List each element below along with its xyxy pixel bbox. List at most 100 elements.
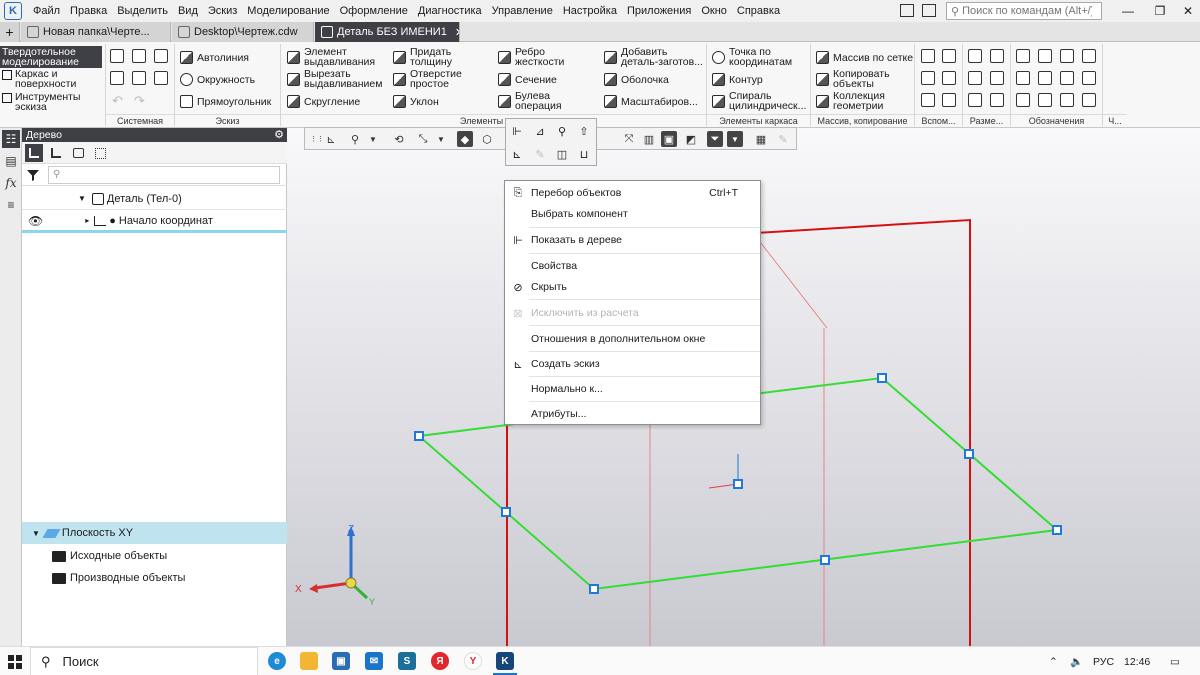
menu-design[interactable]: Оформление (335, 0, 413, 22)
aux-plane-icon[interactable] (921, 49, 935, 63)
menu-apps[interactable]: Приложения (622, 0, 696, 22)
menu-item-properties[interactable]: Свойства (505, 255, 760, 277)
menu-item-create-sketch[interactable]: ⊾ Создать эскиз (505, 353, 760, 375)
menu-item-cycle-objects[interactable]: ⎘ Перебор объектов Ctrl+T (505, 182, 760, 204)
layers-panel-icon[interactable]: ≡ (2, 196, 20, 214)
windows-start-button[interactable] (0, 647, 30, 675)
sketch-view-icon[interactable]: ⊾ (323, 131, 339, 147)
plane-xy-row[interactable]: ▼ Плоскость XY (22, 522, 287, 544)
edit-disabled-icon[interactable]: ✎ (532, 146, 548, 162)
collapse-icon[interactable]: ▼ (32, 529, 40, 538)
autoline-button[interactable]: Автолиния (180, 51, 249, 64)
section-view-icon[interactable]: ⤧ (621, 131, 637, 147)
tree-history-icon[interactable] (47, 144, 65, 162)
menu-modeling[interactable]: Моделирование (242, 0, 334, 22)
print-icon[interactable] (154, 71, 168, 85)
menu-diagnostics[interactable]: Диагностика (413, 0, 487, 22)
chamfer-dim-icon[interactable] (968, 93, 982, 107)
mode-surfaces[interactable]: Каркас и поверхности (0, 68, 102, 90)
add-blank-button[interactable]: Добавить деталь-заготов... (604, 47, 703, 67)
aux-cs-icon[interactable] (921, 93, 935, 107)
eye-icon[interactable]: 👁 (28, 214, 43, 228)
plane-handle[interactable] (589, 584, 599, 594)
sway-icon[interactable]: S (398, 652, 416, 670)
menu-edit[interactable]: Правка (65, 0, 112, 22)
base-icon[interactable] (1060, 49, 1074, 63)
geometry-collection-button[interactable]: Коллекция геометрии (816, 91, 895, 111)
tab-part[interactable]: Деталь БЕЗ ИМЕНИ1✕ (315, 22, 460, 42)
tree-panel-icon[interactable]: ☷ (2, 130, 20, 148)
orientation-dropdown-icon[interactable]: ▼ (433, 131, 449, 147)
plane-handle[interactable] (501, 507, 511, 517)
fillet-button[interactable]: Скругление (287, 95, 360, 108)
close-tab-icon[interactable]: ✕ (455, 26, 459, 39)
contour-button[interactable]: Контур (712, 73, 763, 86)
cut-extrude-button[interactable]: Вырезать выдавливанием (287, 69, 389, 89)
filter-icon[interactable] (24, 166, 42, 184)
plane-handle[interactable] (820, 555, 830, 565)
menu-item-relations[interactable]: Отношения в дополнительном окне (505, 328, 760, 350)
tab-drawing-2[interactable]: Desktop\Чертеж.cdw (172, 22, 314, 42)
thread-icon[interactable] (1038, 71, 1052, 85)
command-search-input[interactable] (962, 5, 1093, 17)
properties-icon[interactable] (110, 71, 124, 85)
tab-drawing-1[interactable]: Новая папка\Черте... (21, 22, 171, 42)
menu-sketch[interactable]: Эскиз (203, 0, 242, 22)
preview-icon[interactable] (132, 71, 146, 85)
new-tab-button[interactable]: + (0, 22, 20, 42)
show-in-tree-icon[interactable]: ⊩ (509, 123, 525, 139)
arc-dim-icon[interactable] (990, 93, 1004, 107)
extrude-button[interactable]: Элемент выдавливания (287, 47, 384, 67)
menu-item-normal-to[interactable]: Нормально к... (505, 378, 760, 400)
rotate-icon[interactable]: ⟲ (391, 131, 407, 147)
collapse-icon[interactable]: ▼ (78, 194, 86, 203)
explorer-icon[interactable] (300, 652, 318, 670)
normal-to-icon[interactable]: ◫ (554, 146, 570, 162)
edge-icon[interactable]: e (268, 652, 286, 670)
aux-line-icon[interactable] (921, 71, 935, 85)
circle-button[interactable]: Окружность (180, 73, 255, 86)
menu-window[interactable]: Окно (696, 0, 732, 22)
shell-button[interactable]: Оболочка (604, 73, 669, 86)
weld-icon[interactable] (1060, 71, 1074, 85)
menu-item-select-component[interactable]: Выбрать компонент (505, 203, 760, 225)
snapshot-icon[interactable]: ▦ (753, 131, 769, 147)
draft-button[interactable]: Уклон (393, 95, 439, 108)
notification-icon[interactable]: ▭ (1170, 647, 1180, 675)
menu-file[interactable]: Файл (28, 0, 65, 22)
extrude-up-icon[interactable]: ⇧ (576, 123, 592, 139)
tree-search-input[interactable]: ⚲ (48, 165, 280, 184)
create-sketch-icon[interactable]: ⊾ (509, 146, 525, 162)
boolean-button[interactable]: Булева операция (498, 91, 575, 111)
folder-derived[interactable]: Производные объекты (22, 567, 287, 589)
clock[interactable]: 12:46 (1124, 647, 1150, 675)
minimize-button[interactable]: — (1110, 0, 1146, 22)
yandex-icon[interactable]: Я (431, 652, 449, 670)
coordinate-system-icon[interactable]: ⊿ (532, 123, 548, 139)
helix-button[interactable]: Спираль цилиндрическ... (712, 91, 807, 111)
filter-toggle-icon[interactable]: ⏷ (707, 131, 723, 147)
fullscreen-icon[interactable] (922, 4, 936, 17)
section-button[interactable]: Сечение (498, 73, 557, 86)
gear-icon[interactable]: ⚙ (274, 128, 284, 141)
language-indicator[interactable]: РУС (1093, 647, 1114, 675)
thicken-button[interactable]: Придать толщину (393, 47, 470, 67)
point-by-coords-button[interactable]: Точка по координатам (712, 47, 811, 67)
leader-icon[interactable] (1016, 49, 1030, 63)
expand-icon[interactable]: ▸ (85, 216, 89, 225)
tree-root[interactable]: ▼ Деталь (Тел-0) (22, 188, 287, 210)
taskbar-search[interactable]: ⚲ Поиск (30, 647, 258, 675)
properties-panel-icon[interactable]: ▤ (2, 152, 20, 170)
display-mode-icon[interactable]: ▣ (661, 131, 677, 147)
roughness-icon[interactable] (1038, 49, 1052, 63)
aux-surface-icon[interactable] (942, 93, 956, 107)
store-icon[interactable]: ▣ (332, 652, 350, 670)
plane-handle[interactable] (414, 431, 424, 441)
radius-dim-icon[interactable] (968, 71, 982, 85)
rib-button[interactable]: Ребро жесткости (498, 47, 575, 67)
redo-icon[interactable]: ↷ (134, 93, 145, 109)
tree-components-icon[interactable] (69, 144, 87, 162)
scale-button[interactable]: Масштабиров... (604, 95, 698, 108)
undo-icon[interactable]: ↶ (112, 93, 123, 109)
copy-objects-button[interactable]: Копировать объекты (816, 69, 895, 89)
